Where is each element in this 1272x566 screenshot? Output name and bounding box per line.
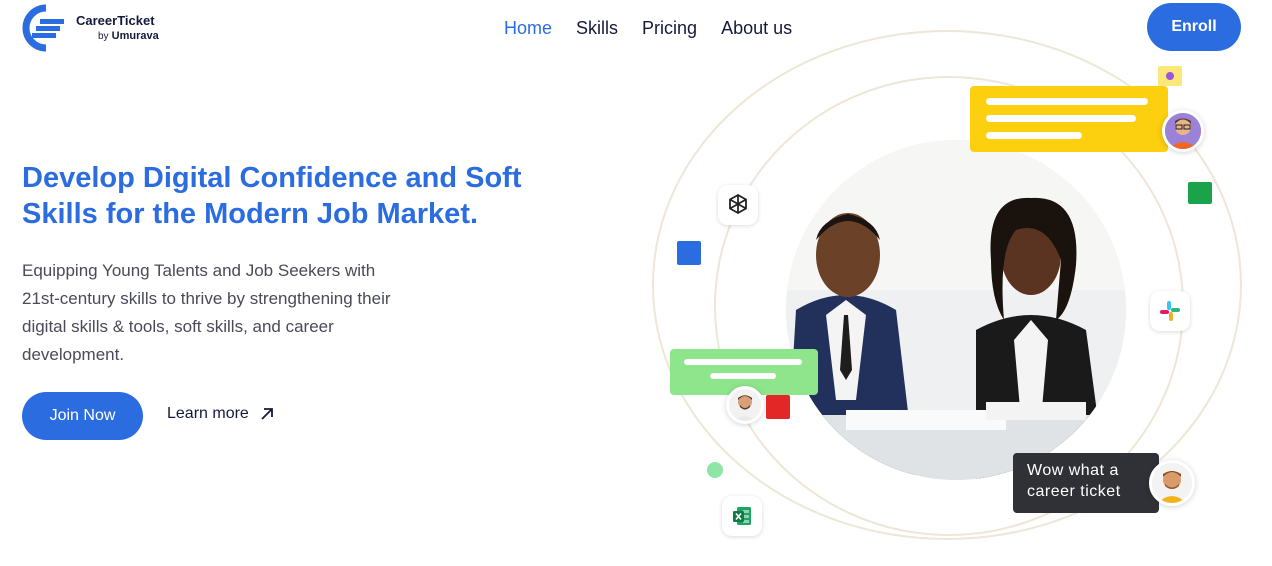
excel-icon — [722, 496, 762, 536]
brand-company: Umurava — [111, 30, 159, 42]
avatar-man-smiling — [1149, 460, 1195, 506]
nav-item-pricing[interactable]: Pricing — [642, 18, 697, 39]
comment-box: Wow what a career ticket — [1013, 453, 1159, 513]
learn-more-link[interactable]: Learn more — [167, 405, 275, 423]
hero-desc-line1: Equipping Young Talents and Job Seekers … — [22, 261, 376, 280]
join-now-button[interactable]: Join Now — [22, 392, 143, 440]
enroll-button[interactable]: Enroll — [1147, 3, 1241, 51]
main-nav: Home Skills Pricing About us — [504, 18, 792, 39]
comment-line2: career ticket — [1027, 483, 1121, 500]
hero-photo — [786, 140, 1126, 480]
avatar-man-beard — [726, 386, 764, 424]
hero-desc-line4: development. — [22, 345, 125, 364]
arrow-up-right-icon — [259, 406, 275, 422]
hero-desc-line3: digital skills & tools, soft skills, and… — [22, 317, 334, 336]
yellow-message-bubble — [970, 86, 1168, 152]
green-square — [1188, 182, 1212, 204]
hero-desc-line2: 21st-century skills to thrive by strengt… — [22, 289, 391, 308]
red-square — [766, 395, 790, 419]
hero-title-line1: Develop Digital Confidence and Soft — [22, 162, 522, 194]
learn-more-label: Learn more — [167, 405, 249, 422]
avatar-man-glasses — [1162, 110, 1204, 152]
nav-item-about-us[interactable]: About us — [721, 18, 792, 39]
careerticket-logo-icon — [22, 4, 70, 52]
comment-line1: Wow what a — [1027, 462, 1119, 479]
brand-logo[interactable]: CareerTicket by Umurava — [22, 4, 159, 52]
hero-illustration: Wow what a career ticket — [640, 30, 1272, 566]
small-yellow-square — [1158, 66, 1182, 86]
nav-item-home[interactable]: Home — [504, 18, 552, 39]
green-dot — [707, 462, 723, 478]
blue-square — [677, 241, 701, 265]
slack-icon — [1150, 291, 1190, 331]
nav-item-skills[interactable]: Skills — [576, 18, 618, 39]
openai-icon — [718, 185, 758, 225]
hero-title-line2: Skills for the Modern Job Market. — [22, 198, 479, 230]
brand-by: by — [98, 31, 109, 42]
hero-title: Develop Digital Confidence and Soft Skil… — [22, 160, 582, 232]
header: CareerTicket by Umurava Home Skills Pric… — [0, 0, 1272, 60]
hero-description: Equipping Young Talents and Job Seekers … — [22, 257, 482, 369]
brand-name: CareerTicket — [76, 13, 155, 28]
